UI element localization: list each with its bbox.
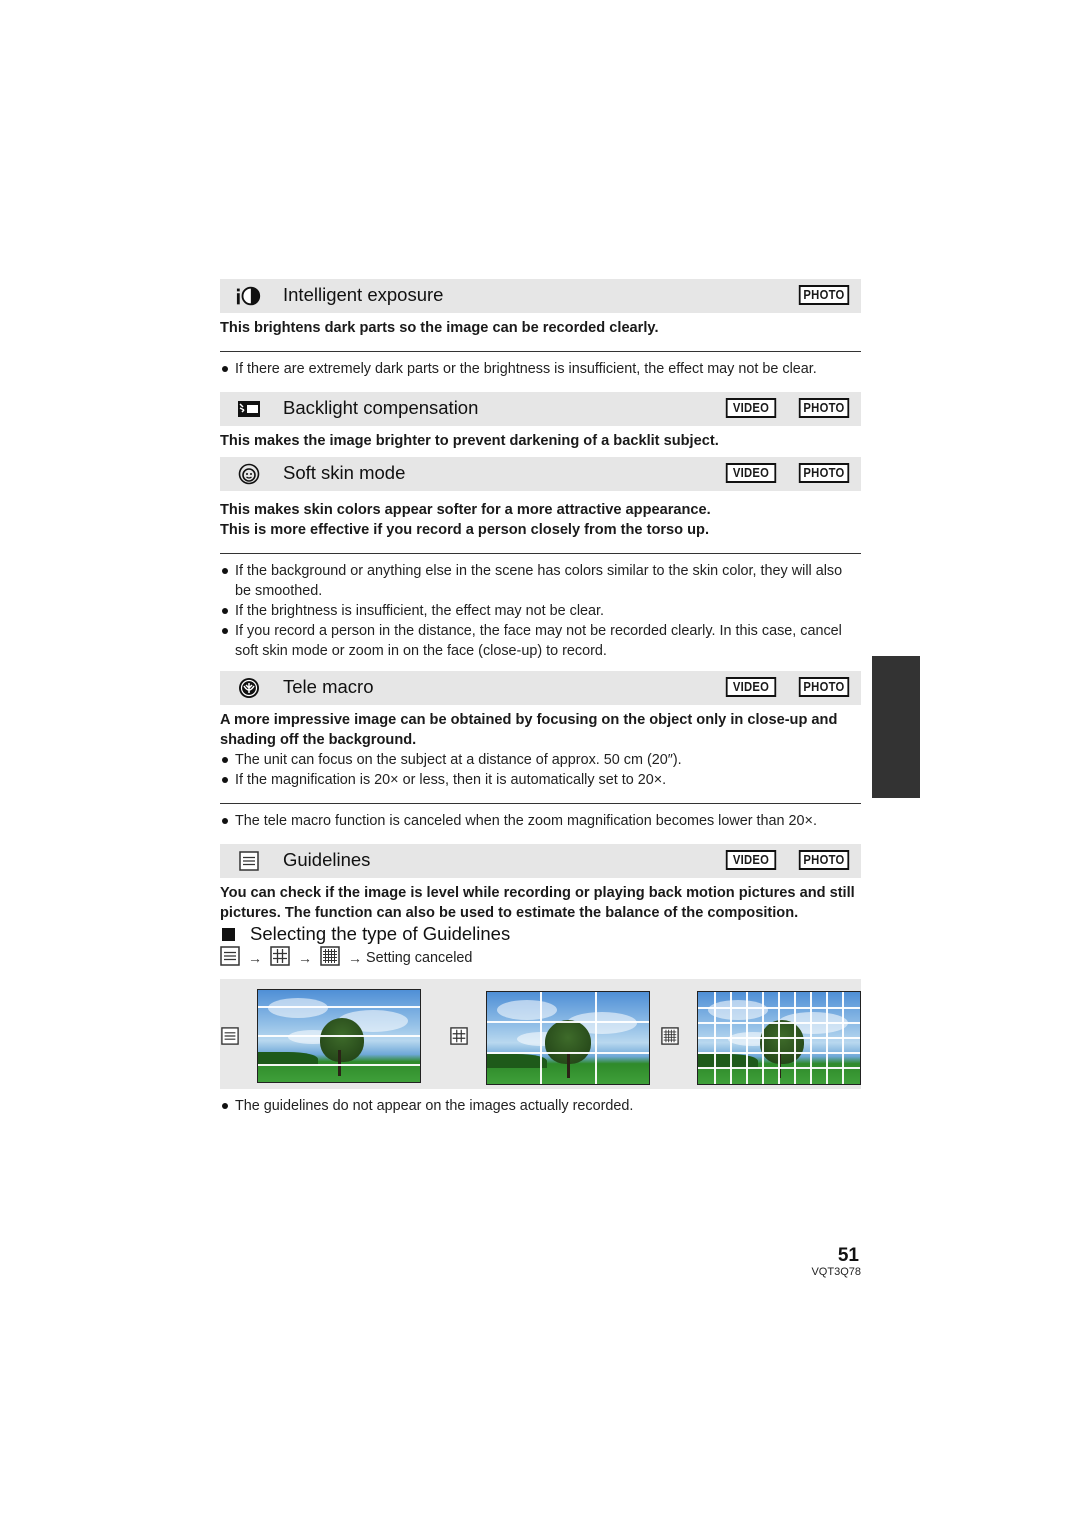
section-header-backlight-compensation: Backlight compensation VIDEO PHOTO — [220, 392, 861, 426]
subheading-selecting-guidelines: Selecting the type of Guidelines — [220, 923, 861, 945]
video-mode-badge: VIDEO — [725, 677, 777, 697]
section-title: Tele macro — [283, 676, 374, 697]
intelligent-exposure-icon — [236, 284, 262, 308]
bullet-list: The unit can focus on the subject at a d… — [220, 750, 861, 790]
guideline-grid-icon — [450, 1027, 468, 1050]
example-image-grid-guidelines — [486, 991, 650, 1085]
subheading-text: Selecting the type of Guidelines — [250, 923, 511, 944]
notes-list: The tele macro function is canceled when… — [220, 811, 861, 831]
guidelines-examples-panel — [220, 979, 861, 1089]
notes-list: If the background or anything else in th… — [220, 561, 861, 661]
guideline-fine-grid-icon — [320, 946, 340, 970]
example-image-fine-grid-guidelines — [697, 991, 861, 1085]
notes-list: The guidelines do not appear on the imag… — [220, 1096, 861, 1116]
grid-line-horizontal — [698, 1067, 860, 1069]
section-description: This makes skin colors appear softer for… — [220, 502, 711, 518]
section-description: A more impressive image can be obtained … — [220, 712, 838, 748]
arrow-icon: → — [298, 950, 312, 966]
guideline-horizontal-icon — [220, 946, 240, 970]
note-item: If you record a person in the distance, … — [220, 621, 861, 661]
arrow-icon: → — [248, 950, 262, 966]
section-header-soft-skin-mode: Soft skin mode VIDEO PHOTO — [220, 457, 861, 491]
section-header-guidelines: Guidelines VIDEO PHOTO — [220, 844, 861, 878]
backlight-icon — [236, 397, 262, 421]
soft-skin-icon — [236, 462, 262, 486]
section-header-tele-macro: Tele macro VIDEO PHOTO — [220, 671, 861, 705]
video-mode-badge: VIDEO — [725, 463, 777, 483]
grid-line-horizontal — [698, 1022, 860, 1024]
example-image-horizontal-guidelines — [257, 989, 421, 1083]
guidelines-sequence: → → → Setting canceled — [220, 946, 861, 970]
notes-list: If there are extremely dark parts or the… — [220, 359, 861, 379]
section-description: This is more effective if you record a p… — [220, 522, 710, 538]
section-description: You can check if the image is level whil… — [220, 885, 855, 921]
video-mode-badge: VIDEO — [725, 850, 777, 870]
section-title: Guidelines — [283, 849, 371, 870]
section-title: Backlight compensation — [283, 397, 479, 418]
guideline-fine-grid-icon — [661, 1027, 679, 1050]
document-code: VQT3Q78 — [811, 1266, 861, 1278]
photo-mode-badge: PHOTO — [798, 285, 850, 305]
grid-line-horizontal — [698, 1052, 860, 1054]
guideline-horizontal-icon — [221, 1027, 239, 1050]
page-number: 51 — [837, 1245, 859, 1266]
grid-line-horizontal — [698, 1037, 860, 1039]
note-item: If there are extremely dark parts or the… — [220, 359, 861, 379]
chapter-side-tab — [872, 656, 920, 798]
note-item: The tele macro function is canceled when… — [220, 811, 861, 831]
video-mode-badge: VIDEO — [725, 398, 777, 418]
section-description: This brightens dark parts so the image c… — [220, 320, 659, 336]
photo-mode-badge: PHOTO — [798, 398, 850, 418]
section-header-intelligent-exposure: Intelligent exposure PHOTO — [220, 279, 861, 313]
guidelines-icon — [236, 849, 262, 873]
divider — [220, 803, 861, 804]
setting-canceled-label: Setting canceled — [366, 950, 473, 966]
guideline-grid-icon — [270, 946, 290, 970]
section-description: This makes the image brighter to prevent… — [220, 433, 719, 449]
tele-macro-icon — [236, 676, 262, 700]
square-bullet-icon — [222, 927, 235, 941]
note-item: The guidelines do not appear on the imag… — [220, 1096, 861, 1116]
photo-mode-badge: PHOTO — [798, 463, 850, 483]
note-item: If the background or anything else in th… — [220, 561, 861, 601]
manual-page: Intelligent exposure PHOTO This brighten… — [220, 279, 861, 1116]
bullet-item: The unit can focus on the subject at a d… — [220, 750, 861, 770]
divider — [220, 553, 861, 554]
arrow-icon: → — [348, 950, 362, 966]
note-item: If the brightness is insufficient, the e… — [220, 601, 861, 621]
section-title: Intelligent exposure — [283, 284, 444, 305]
grid-line-horizontal — [698, 1007, 860, 1009]
section-title: Soft skin mode — [283, 462, 406, 483]
photo-mode-badge: PHOTO — [798, 850, 850, 870]
bullet-item: If the magnification is 20× or less, the… — [220, 770, 861, 790]
divider — [220, 351, 861, 352]
photo-mode-badge: PHOTO — [798, 677, 850, 697]
